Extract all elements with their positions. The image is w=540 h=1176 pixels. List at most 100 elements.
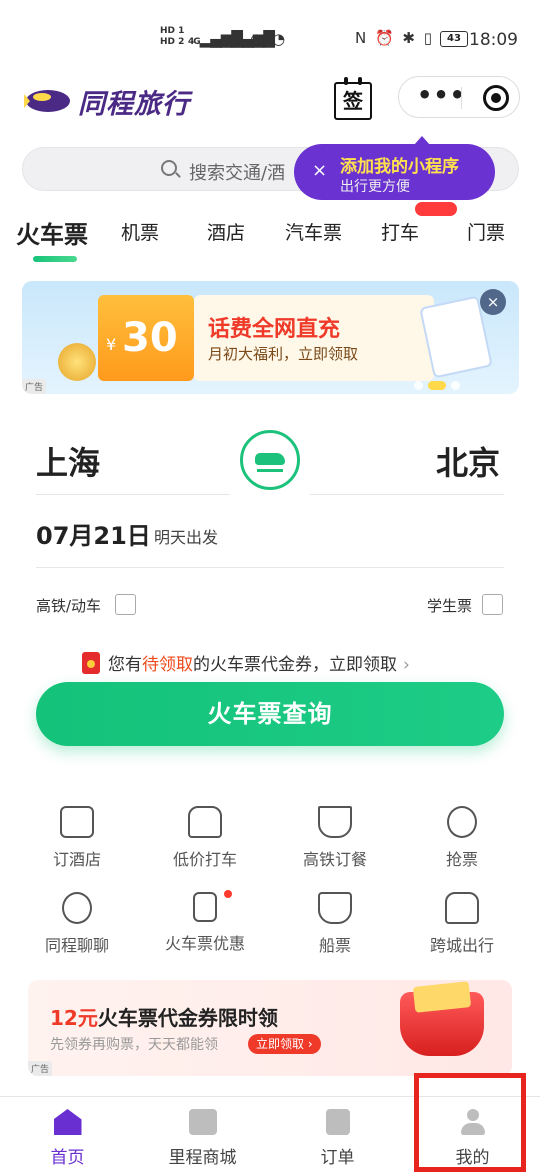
notification-dot — [224, 890, 232, 898]
nav-label: 订单 — [320, 1148, 355, 1168]
category-tabs: 火车票 机票 酒店 汽车票 打车 门票 — [0, 218, 540, 262]
tab-taxi[interactable]: 打车 — [381, 218, 419, 245]
ticket-discount-icon — [193, 892, 217, 922]
divider — [36, 494, 230, 495]
tab-train[interactable]: 火车票 — [16, 215, 88, 250]
service-label: 船票 — [318, 936, 351, 955]
hd-indicator: HD 1 HD 2 — [160, 26, 184, 48]
hotel-icon — [60, 806, 94, 838]
student-checkbox[interactable] — [482, 594, 503, 615]
claim-button[interactable]: 立即领取 › — [248, 1034, 321, 1054]
voucher-card: ¥ 30 — [98, 295, 194, 381]
nav-home[interactable]: 首页 — [0, 1097, 135, 1176]
tooltip-subtitle: 出行更方便 — [340, 179, 410, 195]
coins-icon — [58, 343, 96, 381]
student-label: 学生票 — [427, 597, 473, 615]
clock: 18:09 — [469, 30, 518, 50]
annotation-highlight — [414, 1073, 526, 1172]
divider — [36, 567, 504, 568]
service-label: 跨城出行 — [429, 936, 494, 955]
service-hotel[interactable]: 订酒店 — [22, 806, 132, 870]
service-intercity[interactable]: 跨城出行 — [407, 892, 517, 956]
coupon-prefix: 您有 — [108, 655, 142, 675]
promo-amount: 12元 — [50, 1006, 98, 1030]
status-bar: HD 1 HD 2 4G▂▄▆█ 4G▂▄▆█ ◠ ◔ N ⏰ ✱ ▯ 43 1… — [0, 0, 540, 80]
wifi-icon: ◠ — [250, 30, 263, 48]
hd1-label: HD 1 — [160, 26, 185, 36]
service-label: 同程聊聊 — [44, 936, 109, 955]
tab-hotel[interactable]: 酒店 — [207, 218, 245, 245]
more-icon[interactable]: ••• — [417, 81, 466, 109]
departure-date[interactable]: 07月21日 — [36, 516, 151, 551]
service-grab-tickets[interactable]: 抢票 — [407, 806, 517, 870]
signal2-label: 4G — [220, 37, 233, 47]
signal-icon: 4G▂▄▆█ — [220, 30, 275, 48]
carousel-indicator — [414, 375, 465, 394]
ship-icon — [318, 892, 352, 924]
meal-icon — [318, 806, 352, 838]
search-trains-button[interactable]: 火车票查询 — [36, 682, 504, 746]
service-label: 订酒店 — [52, 850, 101, 869]
taxi-badge — [415, 202, 457, 216]
date-hint: 明天出发 — [154, 528, 219, 547]
service-train-discount[interactable]: 火车票优惠 — [150, 890, 260, 954]
miniprogram-capsule: ••• — [398, 76, 520, 118]
app-logo: 同程旅行 — [22, 85, 190, 120]
service-label: 高铁订餐 — [302, 850, 367, 869]
highspeed-checkbox[interactable] — [115, 594, 136, 615]
tab-tickets[interactable]: 门票 — [467, 218, 505, 245]
train-coupon-promo[interactable]: 12元火车票代金券限时领 先领券再购票，天天都能领 立即领取 › 广告 — [28, 980, 512, 1076]
service-meal[interactable]: 高铁订餐 — [280, 806, 390, 870]
ad-banner[interactable]: ¥ 30 话费全网直充 月初大福利，立即领取 × 广告 — [22, 281, 519, 394]
carousel-dot-active — [428, 381, 446, 390]
close-icon[interactable]: × — [480, 289, 506, 315]
service-chat[interactable]: 同程聊聊 — [22, 892, 132, 956]
tooltip-title: 添加我的小程序 — [340, 157, 459, 177]
tab-bus[interactable]: 汽车票 — [285, 218, 342, 245]
promo-subtitle: 先领券再购票，天天都能领 — [50, 1037, 218, 1053]
nav-mileage-mall[interactable]: 里程商城 — [135, 1097, 270, 1176]
battery-icon: 43 — [440, 31, 468, 47]
banner-subtitle: 月初大福利，立即领取 — [208, 345, 359, 363]
app-name: 同程旅行 — [78, 88, 190, 120]
home-icon — [53, 1109, 82, 1135]
service-taxi[interactable]: 低价打车 — [150, 806, 260, 870]
swap-cities-icon[interactable] — [240, 430, 300, 490]
taxi-icon — [188, 806, 222, 838]
intercity-car-icon — [445, 892, 479, 924]
service-label: 火车票优惠 — [164, 934, 245, 953]
yen-symbol: ¥ — [106, 335, 117, 354]
service-label: 低价打车 — [172, 850, 237, 869]
coupon-notice[interactable]: 您有待领取的火车票代金券，立即领取 › — [82, 650, 410, 675]
service-ship[interactable]: 船票 — [280, 892, 390, 956]
close-icon[interactable]: × — [312, 160, 327, 181]
service-label: 抢票 — [445, 850, 478, 869]
banner-title: 话费全网直充 — [208, 317, 341, 342]
departure-city[interactable]: 上海 — [36, 438, 100, 484]
arrival-city[interactable]: 北京 — [436, 438, 500, 484]
coupon-suffix: 的火车票代金券，立即领取 — [193, 655, 397, 675]
divider — [310, 494, 504, 495]
carousel-dot — [414, 381, 423, 390]
chevron-right-icon: › — [403, 655, 410, 675]
add-miniprogram-tooltip[interactable]: × 添加我的小程序 出行更方便 — [294, 136, 495, 200]
shopping-bag-icon — [188, 1109, 217, 1135]
tab-flight[interactable]: 机票 — [121, 218, 159, 245]
highspeed-label: 高铁/动车 — [36, 597, 102, 615]
close-miniprogram-icon[interactable] — [483, 85, 509, 111]
coupon-highlight: 待领取 — [142, 655, 193, 675]
promo-title-text: 火车票代金券限时领 — [97, 1006, 278, 1030]
order-list-icon — [325, 1109, 350, 1135]
gift-box-icon — [400, 992, 484, 1056]
signal1-label: 4G — [188, 37, 201, 47]
sign-in-calendar-button[interactable]: 签 — [334, 77, 372, 120]
ad-label: 广告 — [22, 379, 47, 394]
nav-orders[interactable]: 订单 — [270, 1097, 405, 1176]
voucher-amount: 30 — [122, 315, 178, 361]
nav-label: 里程商城 — [168, 1148, 237, 1168]
red-envelope-icon — [82, 652, 100, 674]
search-placeholder: 搜索交通/酒 — [189, 163, 286, 184]
search-icon — [161, 160, 177, 176]
chat-icon — [62, 892, 92, 924]
capsule-divider — [461, 87, 462, 109]
